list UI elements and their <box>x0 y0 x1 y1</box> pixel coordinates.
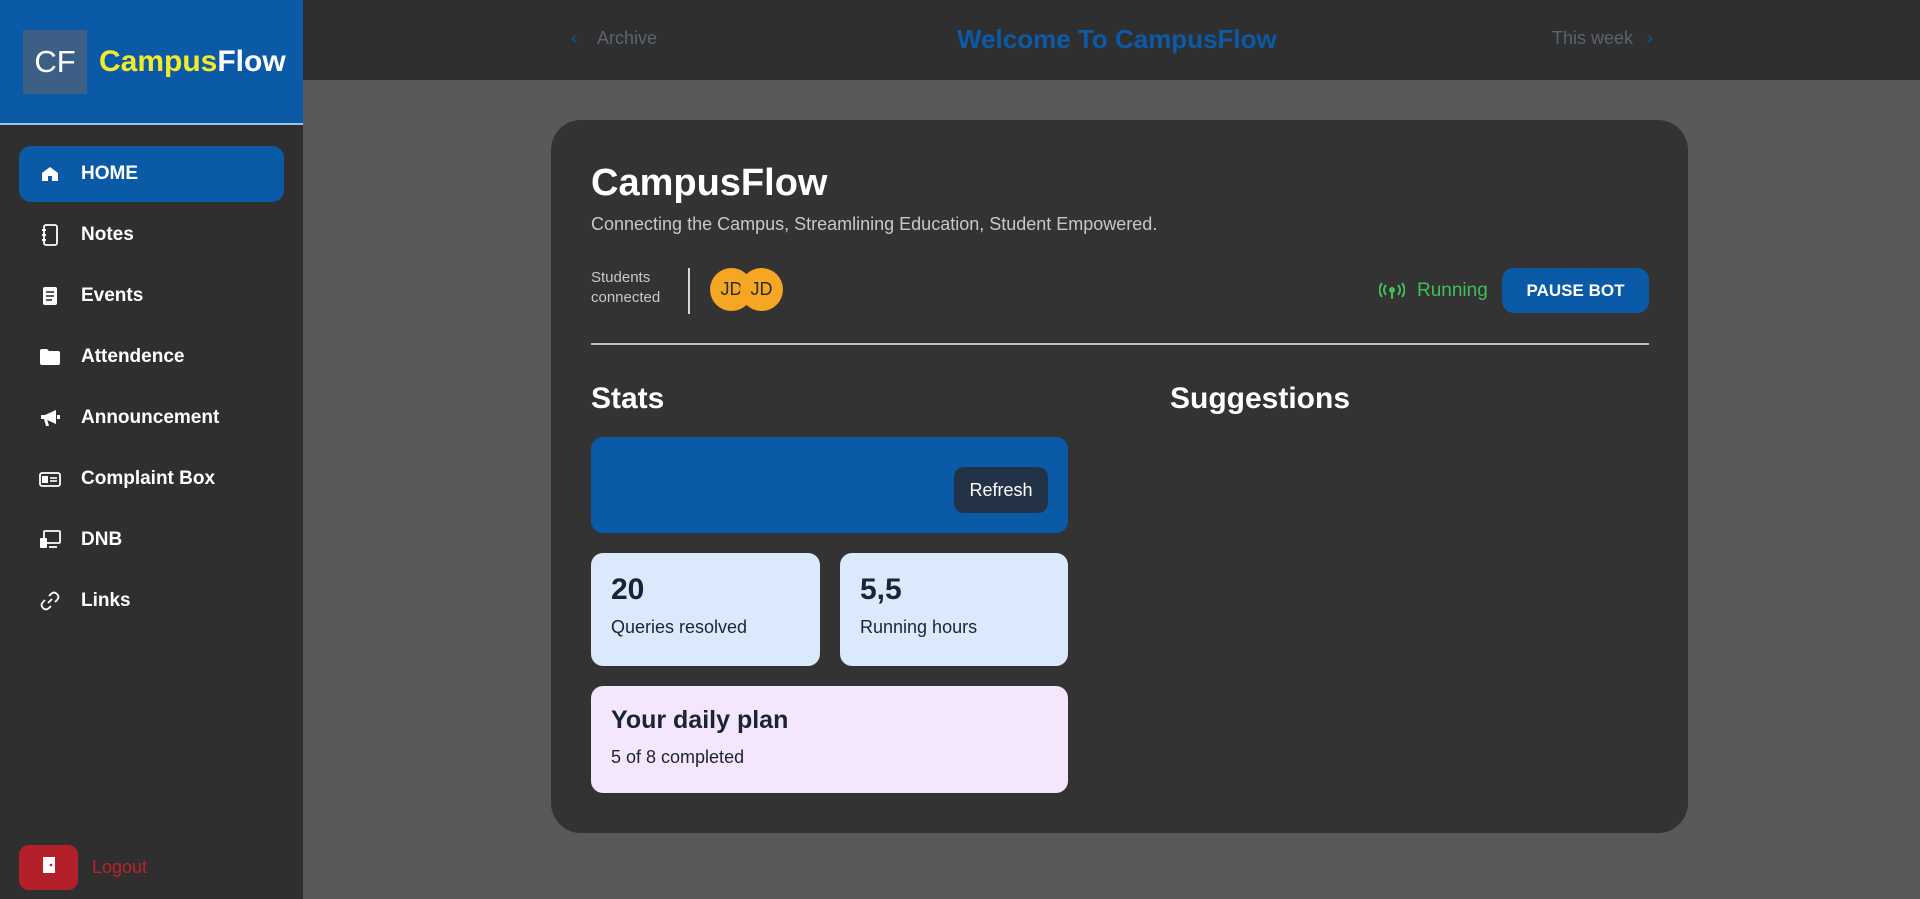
suggestions-heading: Suggestions <box>1170 382 1351 415</box>
folder-icon <box>39 346 61 368</box>
this-week-label: This week <box>1552 28 1634 48</box>
notebook-icon <box>39 224 61 246</box>
stat-value: 5,5 <box>860 573 902 606</box>
sidebar-item-label: HOME <box>81 163 138 184</box>
sidebar-item-announcement[interactable]: Announcement <box>19 390 284 446</box>
daily-plan-title: Your daily plan <box>611 706 789 734</box>
this-week-link[interactable]: This week › <box>1552 28 1653 49</box>
sidebar: CF CampusFlow HOME Notes Events Attenden… <box>0 0 303 899</box>
archive-link[interactable]: ‹ Archive <box>571 28 657 49</box>
avatar-group: JD JD <box>710 268 783 311</box>
megaphone-icon <box>39 407 61 429</box>
brand-header: CF CampusFlow <box>0 0 303 125</box>
status-text: Running <box>1417 280 1488 301</box>
logout-label[interactable]: Logout <box>92 857 147 878</box>
bot-status: Running <box>1379 280 1488 302</box>
sidebar-item-attendence[interactable]: Attendence <box>19 329 284 385</box>
dashboard-card: CampusFlow Connecting the Campus, Stream… <box>551 120 1688 833</box>
sidebar-nav: HOME Notes Events Attendence Announcemen… <box>0 125 303 629</box>
stat-label: Queries resolved <box>611 617 748 637</box>
stats-banner: Refresh <box>591 437 1068 533</box>
broadcast-icon <box>1379 282 1405 300</box>
sidebar-item-label: Links <box>81 590 131 611</box>
sidebar-item-label: Notes <box>81 224 134 245</box>
stat-value: 20 <box>611 573 645 606</box>
stat-label: Running hours <box>860 617 978 637</box>
chevron-left-icon: ‹ <box>571 28 577 48</box>
chevron-right-icon: › <box>1647 28 1654 48</box>
app-subtitle: Connecting the Campus, Streamlining Educ… <box>591 214 1158 234</box>
sidebar-item-label: Attendence <box>81 346 185 367</box>
pause-bot-button[interactable]: PAUSE BOT <box>1502 268 1649 313</box>
sidebar-item-dnb[interactable]: DNB <box>19 512 284 568</box>
sidebar-item-home[interactable]: HOME <box>19 146 284 202</box>
link-icon <box>39 590 61 612</box>
vertical-divider <box>688 268 690 314</box>
students-line1: Students <box>591 269 651 286</box>
sidebar-item-events[interactable]: Events <box>19 268 284 324</box>
stat-card-queries: 20 Queries resolved <box>591 553 820 666</box>
sidebar-item-label: Announcement <box>81 407 220 428</box>
sidebar-item-links[interactable]: Links <box>19 573 284 629</box>
daily-plan-progress: 5 of 8 completed <box>611 747 745 767</box>
students-connected-label: Students connected <box>591 268 660 308</box>
horizontal-divider <box>591 343 1649 345</box>
app-title: CampusFlow <box>591 162 828 204</box>
inbox-icon <box>39 468 61 490</box>
brand-name-part1: Campus <box>99 44 218 78</box>
sidebar-item-label: Events <box>81 285 144 306</box>
sidebar-item-label: DNB <box>81 529 123 550</box>
sidebar-item-label: Complaint Box <box>81 468 216 489</box>
document-icon <box>39 285 61 307</box>
students-line2: connected <box>591 289 661 306</box>
refresh-button[interactable]: Refresh <box>954 467 1048 513</box>
top-bar: ‹ Archive Welcome To CampusFlow This wee… <box>303 0 1920 80</box>
sidebar-item-complaint-box[interactable]: Complaint Box <box>19 451 284 507</box>
monitor-icon <box>39 529 61 551</box>
logout-button[interactable] <box>19 845 78 890</box>
logout[interactable]: Logout <box>19 845 147 890</box>
brand-name: CampusFlow <box>99 45 286 79</box>
daily-plan-card[interactable]: Your daily plan 5 of 8 completed <box>591 686 1068 793</box>
archive-label: Archive <box>597 28 658 48</box>
brand-logo: CF <box>23 29 87 94</box>
brand-name-part2: Flow <box>217 44 286 78</box>
stats-heading: Stats <box>591 382 665 415</box>
stat-card-running-hours: 5,5 Running hours <box>840 553 1068 666</box>
home-icon <box>39 163 61 185</box>
page-title: Welcome To CampusFlow <box>957 24 1277 54</box>
sidebar-item-notes[interactable]: Notes <box>19 207 284 263</box>
avatar[interactable]: JD <box>740 268 783 311</box>
door-icon <box>42 856 56 879</box>
